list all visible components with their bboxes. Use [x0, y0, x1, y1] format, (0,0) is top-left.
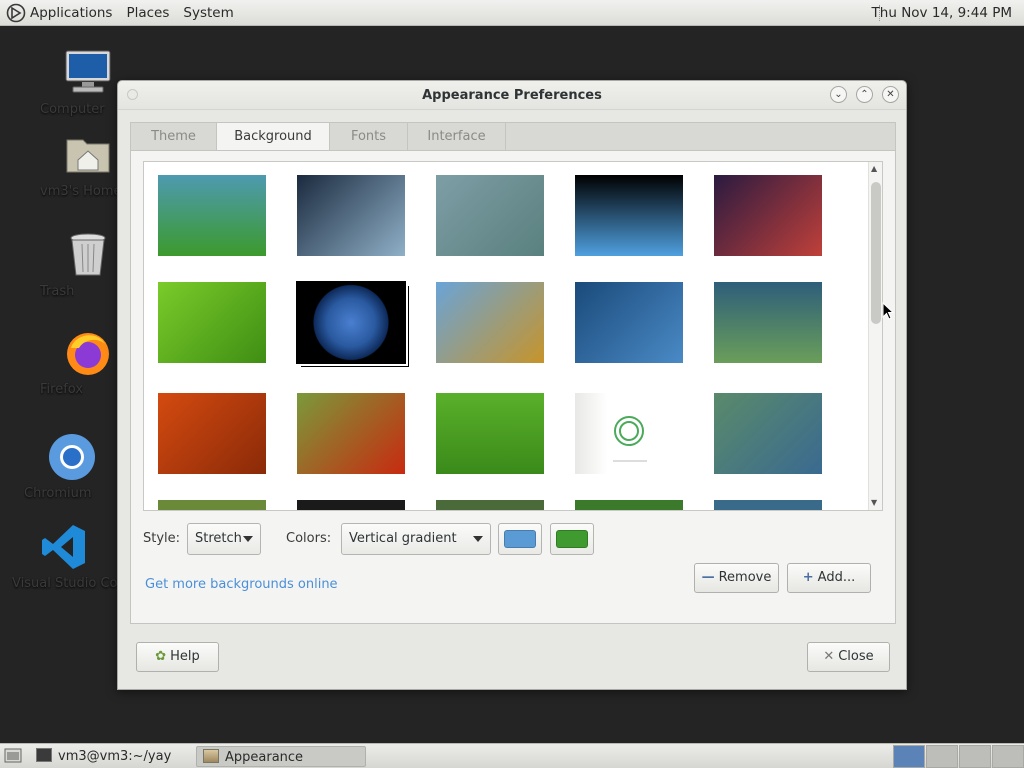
background-thumbnail-green-leaf-bg[interactable]	[158, 282, 266, 363]
clock[interactable]: Thu Nov 14, 9:44 PM	[872, 5, 1012, 21]
scroll-down-icon[interactable]: ▼	[871, 498, 877, 507]
remove-button[interactable]: — Remove	[694, 563, 779, 593]
taskbar-item-appearance[interactable]: Appearance Prefere...	[196, 746, 366, 767]
background-thumbnail-partial[interactable]	[714, 500, 822, 510]
tab-bar: Theme Background Fonts Interface	[130, 122, 896, 152]
bottom-panel: vm3@vm3:~/yay Appearance Prefere...	[0, 743, 1024, 768]
scrollbar-thumb[interactable]	[871, 182, 881, 324]
workspace-4[interactable]	[992, 745, 1024, 768]
applications-menu[interactable]: Applications	[30, 5, 112, 21]
add-label: Add...	[817, 570, 856, 585]
minimize-button[interactable]: ⌄	[830, 86, 847, 103]
appearance-preferences-window: Appearance Preferences ⌄ ⌃ ✕ Theme Backg…	[117, 80, 907, 690]
maximize-button[interactable]: ⌃	[856, 86, 873, 103]
desktop-icon-vscode[interactable]: Visual Studio Code	[12, 522, 134, 591]
preferences-notebook: Theme Background Fonts Interface ▲ ▼ Sty…	[130, 122, 896, 624]
primary-color-swatch	[504, 530, 536, 548]
firefox-icon	[67, 333, 109, 375]
desktop-icon-label: Trash	[40, 284, 75, 299]
background-thumbnail-arch-prism-bg[interactable]	[575, 175, 683, 256]
close-label: Close	[838, 649, 874, 664]
style-label: Style:	[143, 531, 181, 546]
desktop-icon-label: Computer	[40, 102, 105, 117]
help-label: Help	[170, 649, 200, 664]
background-thumbnail-partial[interactable]	[436, 500, 544, 510]
top-panel: Applications Places System Thu Nov 14, 9…	[0, 0, 1024, 26]
background-controls: Style: Stretch Colors: Vertical gradient	[143, 523, 883, 557]
close-icon: ✕	[823, 649, 835, 664]
tab-interface[interactable]: Interface	[408, 123, 506, 151]
taskbar-item-terminal[interactable]: vm3@vm3:~/yay	[36, 746, 171, 767]
window-title: Appearance Preferences	[422, 88, 602, 103]
remove-label: Remove	[718, 570, 772, 585]
home-folder-icon	[66, 139, 110, 173]
background-thumbnail-green-bokeh-bg[interactable]	[714, 282, 822, 363]
workspace-2[interactable]	[926, 745, 958, 768]
show-desktop-icon[interactable]	[4, 748, 22, 764]
tab-background[interactable]: Background	[216, 123, 330, 152]
background-thumbnail-wheat-field-bg[interactable]	[436, 282, 544, 363]
colors-combo[interactable]: Vertical gradient	[341, 523, 491, 555]
tab-theme[interactable]: Theme	[131, 123, 217, 151]
background-thumbnail-red-flower-bg[interactable]	[297, 393, 405, 474]
places-menu[interactable]: Places	[126, 5, 169, 21]
secondary-color-button[interactable]	[550, 523, 594, 555]
workspace-3[interactable]	[959, 745, 991, 768]
title-bar[interactable]: Appearance Preferences ⌄ ⌃ ✕	[118, 81, 906, 110]
style-combo[interactable]: Stretch	[187, 523, 261, 555]
plus-icon: +	[802, 570, 814, 585]
appearance-icon	[203, 749, 219, 763]
help-icon: ✿	[155, 649, 167, 664]
background-page: ▲ ▼ Style: Stretch Colors: Vertical grad…	[130, 150, 896, 624]
desktop-icon-label: Chromium	[24, 486, 92, 501]
primary-color-button[interactable]	[498, 523, 542, 555]
background-thumbnail-orange-flower-bg[interactable]	[158, 393, 266, 474]
background-gallery[interactable]: ▲ ▼	[143, 161, 883, 511]
background-thumbnail-water-drop-bg[interactable]	[297, 175, 405, 256]
help-button[interactable]: ✿ Help	[136, 642, 219, 672]
get-more-backgrounds-link[interactable]: Get more backgrounds online	[145, 577, 338, 592]
colors-label: Colors:	[286, 531, 332, 546]
computer-icon	[65, 50, 111, 93]
background-thumbnail-teal-mist-bg[interactable]	[436, 175, 544, 256]
task-label: vm3@vm3:~/yay	[58, 749, 172, 764]
background-thumbnail-vertical-gradient-bg[interactable]	[158, 175, 266, 256]
background-thumbnail-green-grass-bg[interactable]	[436, 393, 544, 474]
desktop-icon-label: Firefox	[40, 382, 84, 397]
style-value: Stretch	[195, 531, 242, 546]
background-thumbnail-space-rocket-bg[interactable]	[714, 175, 822, 256]
background-thumbnail-blue-drops-bg[interactable]	[575, 282, 683, 363]
system-menu[interactable]: System	[183, 5, 233, 21]
chevron-down-icon	[473, 536, 483, 542]
terminal-icon	[36, 748, 52, 762]
scroll-up-icon[interactable]: ▲	[871, 164, 877, 173]
desktop-icon-label: Visual Studio Code	[12, 576, 134, 591]
gallery-scrollbar[interactable]: ▲ ▼	[868, 162, 882, 510]
chromium-icon	[49, 434, 95, 480]
background-thumbnail-green-blue-gradient-bg[interactable]	[714, 393, 822, 474]
workspace-1[interactable]	[893, 745, 925, 768]
trash-icon	[70, 233, 106, 276]
tab-fonts[interactable]: Fonts	[330, 123, 408, 151]
close-window-button[interactable]: ✕	[882, 86, 899, 103]
desktop-icon-label: vm3's Home	[40, 184, 122, 199]
close-button[interactable]: ✕ Close	[807, 642, 890, 672]
background-thumbnail-partial[interactable]	[575, 500, 683, 510]
minus-icon: —	[701, 570, 715, 585]
distro-logo-icon[interactable]	[6, 3, 26, 23]
mouse-pointer-icon	[882, 302, 894, 320]
add-button[interactable]: + Add...	[787, 563, 871, 593]
background-thumbnail-debian-logo-bg[interactable]	[575, 393, 683, 474]
secondary-color-swatch	[556, 530, 588, 548]
background-thumbnail-earth-bg[interactable]	[296, 281, 406, 364]
background-thumbnail-partial[interactable]	[297, 500, 405, 510]
chevron-down-icon	[243, 536, 253, 542]
desktop-icon-chromium[interactable]: Chromium	[24, 432, 120, 501]
colors-value: Vertical gradient	[349, 531, 457, 546]
vscode-icon	[42, 525, 85, 569]
background-thumbnail-partial[interactable]	[158, 500, 266, 510]
